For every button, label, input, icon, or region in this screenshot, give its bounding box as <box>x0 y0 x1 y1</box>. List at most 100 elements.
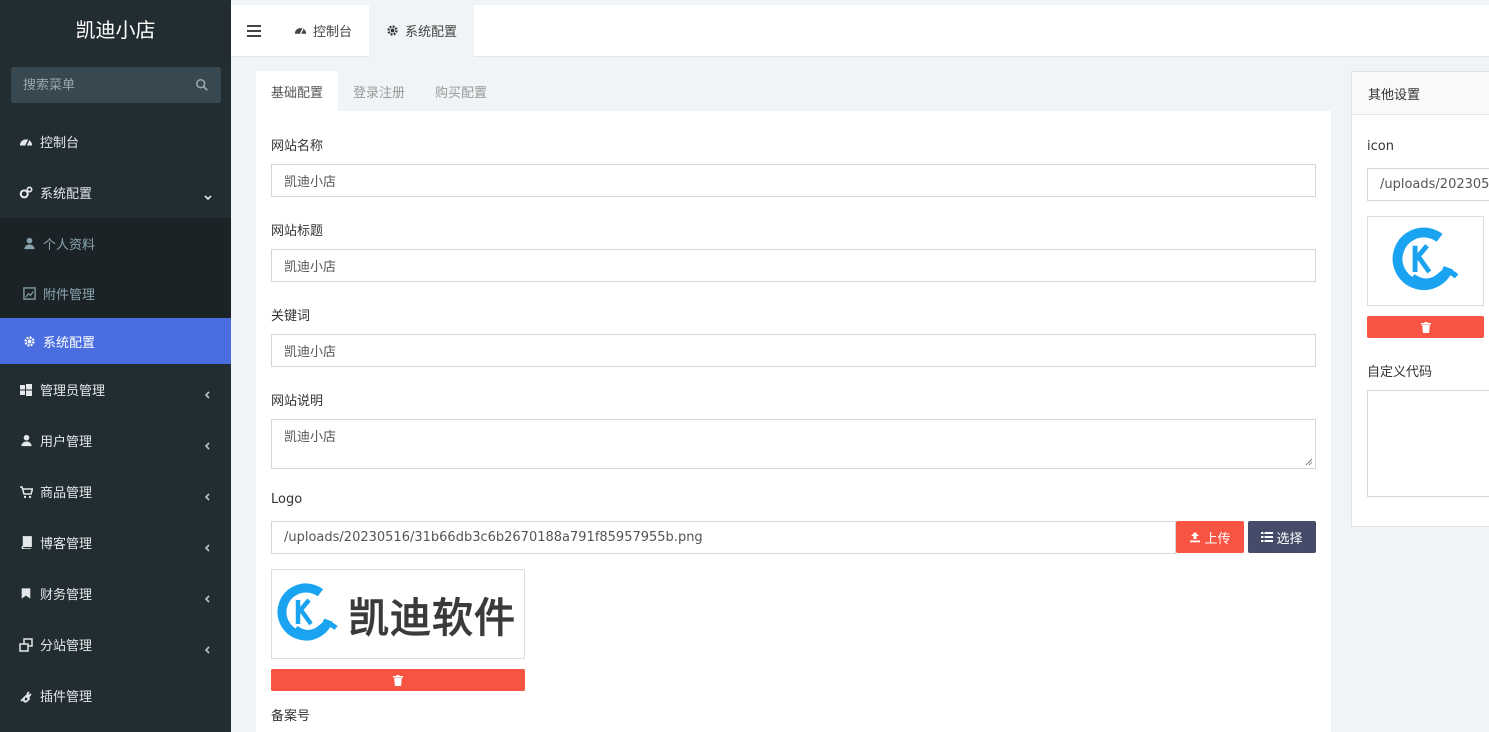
choose-button[interactable]: 选择 <box>1248 521 1316 553</box>
sidebar-item-label: 个人资料 <box>43 237 96 253</box>
logo-preview: 凯迪软件 <box>271 569 525 659</box>
site-name-input[interactable]: 凯迪小店 <box>271 164 1316 197</box>
user-icon <box>19 434 33 448</box>
sidebar-item-label: 分站管理 <box>40 639 93 654</box>
windows-icon <box>19 383 33 397</box>
sidebar-item-label: 财务管理 <box>40 588 93 603</box>
sidebar-item-label: 控制台 <box>40 136 80 151</box>
chevron-left-icon <box>204 492 210 501</box>
sidebar-item-plugins[interactable]: 插件管理 <box>0 670 231 721</box>
config-panel: 基础配置 登录注册 购买配置 网站名称 凯迪小店 网站标题 凯迪小店 关键词 凯… <box>256 71 1331 732</box>
other-settings-panel: 其他设置 icon /uploads/20230516 自定义代码 <box>1351 71 1489 527</box>
keywords-label: 关键词 <box>271 309 311 324</box>
submenu-system-config: 个人资料 附件管理 系统配置 <box>0 218 231 364</box>
trash-icon <box>393 674 403 686</box>
sidebar-item-dashboard[interactable]: 控制台 <box>0 116 231 167</box>
list-icon <box>1261 531 1274 543</box>
description-textarea[interactable]: 凯迪小店 <box>271 419 1316 469</box>
delete-icon-button[interactable] <box>1367 316 1484 338</box>
logo-input-group: /uploads/20230516/31b66db3c6b2670188a791… <box>271 521 1316 554</box>
plug-icon <box>19 689 33 703</box>
sidebar-item-label: 系统配置 <box>43 335 96 351</box>
gear-icon <box>23 335 36 348</box>
description-value: 凯迪小店 <box>284 430 337 445</box>
sidebar-item-label: 附件管理 <box>43 287 96 303</box>
chevron-left-icon <box>204 543 210 552</box>
image-icon <box>23 286 36 300</box>
basic-config-form: 网站名称 凯迪小店 网站标题 凯迪小店 关键词 凯迪小店 网站说明 凯迪小店 L… <box>256 111 1331 724</box>
tab-label: 系统配置 <box>405 25 458 40</box>
cogs-icon <box>19 186 33 200</box>
dashboard-icon <box>19 135 33 149</box>
menu-search <box>11 67 221 103</box>
sidebar-menu: 控制台 系统配置 个人资料 附件管理 系统配置 管理员管理 用户管理 商品管理 … <box>0 116 231 721</box>
sidebar-item-attachments[interactable]: 附件管理 <box>0 268 231 318</box>
resize-grip-icon[interactable] <box>1305 458 1313 466</box>
icon-path-input[interactable]: /uploads/20230516 <box>1367 168 1489 201</box>
chevron-left-icon <box>204 594 210 603</box>
logo-k-icon <box>277 583 338 641</box>
user-icon <box>23 237 36 250</box>
other-settings-title: 其他设置 <box>1352 72 1489 115</box>
upload-button[interactable]: 上传 <box>1176 521 1244 553</box>
icon-preview <box>1367 216 1484 306</box>
sidebar-item-label: 用户管理 <box>40 435 93 450</box>
sidebar-toggle-button[interactable] <box>231 5 277 57</box>
tab-basic-config[interactable]: 基础配置 <box>256 71 339 111</box>
sidebar-item-admins[interactable]: 管理员管理 <box>0 364 231 415</box>
upload-icon <box>1189 531 1201 543</box>
top-navbar: 控制台 系统配置 <box>231 4 1489 57</box>
keywords-input[interactable]: 凯迪小店 <box>271 334 1316 367</box>
config-tabs: 基础配置 登录注册 购买配置 <box>256 71 1331 111</box>
tab-dashboard[interactable]: 控制台 <box>277 5 369 57</box>
window-restore-icon <box>19 637 33 652</box>
sidebar-item-blog[interactable]: 博客管理 <box>0 517 231 568</box>
chevron-left-icon <box>204 390 210 399</box>
brand-title[interactable]: 凯迪小店 <box>0 0 231 57</box>
chevron-left-icon <box>204 645 210 654</box>
sidebar-item-system-config[interactable]: 系统配置 <box>0 167 231 218</box>
custom-code-label: 自定义代码 <box>1367 365 1433 380</box>
delete-logo-button[interactable] <box>271 669 525 691</box>
logo-k-icon <box>1392 227 1458 290</box>
site-title-label: 网站标题 <box>271 224 324 239</box>
search-icon[interactable] <box>195 78 209 92</box>
tab-label: 控制台 <box>313 25 353 40</box>
icp-label: 备案号 <box>271 709 311 724</box>
sidebar: 凯迪小店 控制台 系统配置 个人资料 附件管理 系统配置 <box>0 0 231 732</box>
trash-icon <box>1420 321 1431 333</box>
sidebar-item-users[interactable]: 用户管理 <box>0 415 231 466</box>
sidebar-item-label: 商品管理 <box>40 486 93 501</box>
upload-label: 上传 <box>1204 531 1231 547</box>
icon-label: icon <box>1367 139 1394 154</box>
logo-label: Logo <box>271 492 303 507</box>
description-label: 网站说明 <box>271 394 324 409</box>
gear-icon <box>386 24 399 37</box>
hamburger-icon <box>247 24 261 37</box>
menu-search-input[interactable] <box>23 77 183 93</box>
sidebar-item-label: 博客管理 <box>40 537 93 552</box>
site-name-label: 网站名称 <box>271 139 324 154</box>
sidebar-item-label: 系统配置 <box>40 187 93 202</box>
chevron-down-icon <box>204 194 212 200</box>
chevron-left-icon <box>204 441 210 450</box>
dashboard-icon <box>294 24 307 37</box>
tab-login-register[interactable]: 登录注册 <box>338 71 420 111</box>
sidebar-item-products[interactable]: 商品管理 <box>0 466 231 517</box>
sidebar-item-substations[interactable]: 分站管理 <box>0 619 231 670</box>
choose-label: 选择 <box>1276 531 1303 547</box>
logo-path-input[interactable]: /uploads/20230516/31b66db3c6b2670188a791… <box>271 521 1176 554</box>
tab-purchase-config[interactable]: 购买配置 <box>420 71 502 111</box>
custom-code-textarea[interactable] <box>1367 390 1489 497</box>
sidebar-item-label: 管理员管理 <box>40 384 106 399</box>
logo-text: 凯迪软件 <box>348 594 516 642</box>
tab-system-config[interactable]: 系统配置 <box>369 4 475 57</box>
book-icon <box>19 536 33 550</box>
cart-icon <box>19 485 33 499</box>
site-title-input[interactable]: 凯迪小店 <box>271 249 1316 282</box>
sidebar-item-system-config-active[interactable]: 系统配置 <box>0 318 231 364</box>
sidebar-item-finance[interactable]: 财务管理 <box>0 568 231 619</box>
sidebar-item-profile[interactable]: 个人资料 <box>0 218 231 268</box>
bookmark-icon <box>19 587 33 601</box>
sidebar-item-label: 插件管理 <box>40 690 93 705</box>
